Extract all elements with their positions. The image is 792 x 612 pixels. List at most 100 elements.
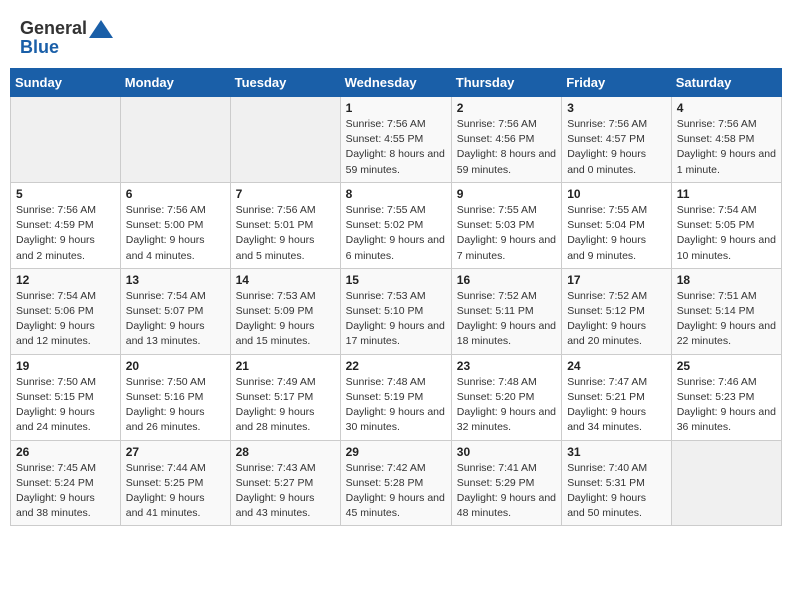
- day-number: 20: [126, 359, 225, 373]
- day-info: Sunrise: 7:43 AM Sunset: 5:27 PM Dayligh…: [236, 461, 335, 522]
- day-number: 15: [346, 273, 446, 287]
- calendar-cell: 6Sunrise: 7:56 AM Sunset: 5:00 PM Daylig…: [120, 182, 230, 268]
- calendar-week-row: 26 Sunrise: 7:45 AM Sunset: 5:24 PM Dayli…: [11, 440, 782, 526]
- day-number: 24: [567, 359, 666, 373]
- calendar-cell: 13 Sunrise: 7:54 AM Sunset: 5:07 PM Dayli…: [120, 268, 230, 354]
- day-number: 17: [567, 273, 666, 287]
- day-number: 13: [126, 273, 225, 287]
- day-number: 1: [346, 101, 446, 115]
- day-number: 22: [346, 359, 446, 373]
- day-info: Sunrise: 7:56 AM Sunset: 4:59 PM Dayligh…: [16, 203, 115, 264]
- day-info: Sunrise: 7:52 AM Sunset: 5:11 PM Dayligh…: [457, 289, 556, 350]
- calendar-cell: 28 Sunrise: 7:43 AM Sunset: 5:27 PM Dayli…: [230, 440, 340, 526]
- day-number: 8: [346, 187, 446, 201]
- day-number: 14: [236, 273, 335, 287]
- day-info: Sunrise: 7:55 AM Sunset: 5:02 PM Dayligh…: [346, 203, 446, 264]
- day-number: 9: [457, 187, 556, 201]
- weekday-header-monday: Monday: [120, 69, 230, 97]
- day-info: Sunrise: 7:54 AM Sunset: 5:05 PM Dayligh…: [677, 203, 776, 264]
- calendar-cell: 31 Sunrise: 7:40 AM Sunset: 5:31 PM Dayli…: [562, 440, 672, 526]
- day-info: Sunrise: 7:40 AM Sunset: 5:31 PM Dayligh…: [567, 461, 666, 522]
- day-number: 3: [567, 101, 666, 115]
- weekday-header-friday: Friday: [562, 69, 672, 97]
- logo-text-general: General: [20, 18, 87, 39]
- calendar-cell: [120, 97, 230, 183]
- calendar-cell: 3 Sunrise: 7:56 AM Sunset: 4:57 PM Daylig…: [562, 97, 672, 183]
- day-info: Sunrise: 7:53 AM Sunset: 5:09 PM Dayligh…: [236, 289, 335, 350]
- day-info: Sunrise: 7:47 AM Sunset: 5:21 PM Dayligh…: [567, 375, 666, 436]
- calendar-cell: 14 Sunrise: 7:53 AM Sunset: 5:09 PM Dayli…: [230, 268, 340, 354]
- calendar-cell: 17 Sunrise: 7:52 AM Sunset: 5:12 PM Dayli…: [562, 268, 672, 354]
- day-number: 29: [346, 445, 446, 459]
- weekday-header-sunday: Sunday: [11, 69, 121, 97]
- calendar-cell: 4Sunrise: 7:56 AM Sunset: 4:58 PM Daylig…: [671, 97, 781, 183]
- calendar-cell: 5 Sunrise: 7:56 AM Sunset: 4:59 PM Daylig…: [11, 182, 121, 268]
- calendar-cell: 10Sunrise: 7:55 AM Sunset: 5:04 PM Dayli…: [562, 182, 672, 268]
- day-number: 25: [677, 359, 776, 373]
- calendar-cell: 26 Sunrise: 7:45 AM Sunset: 5:24 PM Dayli…: [11, 440, 121, 526]
- day-info: Sunrise: 7:54 AM Sunset: 5:06 PM Dayligh…: [16, 289, 115, 350]
- day-info: Sunrise: 7:56 AM Sunset: 4:55 PM Dayligh…: [346, 117, 446, 178]
- day-number: 31: [567, 445, 666, 459]
- day-info: Sunrise: 7:50 AM Sunset: 5:15 PM Dayligh…: [16, 375, 115, 436]
- calendar-cell: 20Sunrise: 7:50 AM Sunset: 5:16 PM Dayli…: [120, 354, 230, 440]
- calendar-cell: 29 Sunrise: 7:42 AM Sunset: 5:28 PM Dayli…: [340, 440, 451, 526]
- calendar-cell: 12 Sunrise: 7:54 AM Sunset: 5:06 PM Dayli…: [11, 268, 121, 354]
- day-number: 11: [677, 187, 776, 201]
- day-info: Sunrise: 7:42 AM Sunset: 5:28 PM Dayligh…: [346, 461, 446, 522]
- day-info: Sunrise: 7:44 AM Sunset: 5:25 PM Dayligh…: [126, 461, 225, 522]
- calendar-table: SundayMondayTuesdayWednesdayThursdayFrid…: [10, 68, 782, 526]
- day-info: Sunrise: 7:54 AM Sunset: 5:07 PM Dayligh…: [126, 289, 225, 350]
- calendar-cell: 9 Sunrise: 7:55 AM Sunset: 5:03 PM Daylig…: [451, 182, 561, 268]
- page-header: General Blue: [10, 10, 782, 62]
- day-info: Sunrise: 7:56 AM Sunset: 5:00 PM Dayligh…: [126, 203, 225, 264]
- day-number: 5: [16, 187, 115, 201]
- day-number: 10: [567, 187, 666, 201]
- calendar-cell: 1 Sunrise: 7:56 AM Sunset: 4:55 PM Daylig…: [340, 97, 451, 183]
- weekday-header-wednesday: Wednesday: [340, 69, 451, 97]
- calendar-cell: 27Sunrise: 7:44 AM Sunset: 5:25 PM Dayli…: [120, 440, 230, 526]
- day-info: Sunrise: 7:56 AM Sunset: 4:56 PM Dayligh…: [457, 117, 556, 178]
- calendar-cell: 23 Sunrise: 7:48 AM Sunset: 5:20 PM Dayli…: [451, 354, 561, 440]
- calendar-cell: 7 Sunrise: 7:56 AM Sunset: 5:01 PM Daylig…: [230, 182, 340, 268]
- day-number: 2: [457, 101, 556, 115]
- day-number: 7: [236, 187, 335, 201]
- day-info: Sunrise: 7:56 AM Sunset: 4:57 PM Dayligh…: [567, 117, 666, 178]
- weekday-header-thursday: Thursday: [451, 69, 561, 97]
- day-number: 26: [16, 445, 115, 459]
- weekday-header-row: SundayMondayTuesdayWednesdayThursdayFrid…: [11, 69, 782, 97]
- logo: General Blue: [20, 18, 113, 58]
- day-number: 18: [677, 273, 776, 287]
- day-info: Sunrise: 7:51 AM Sunset: 5:14 PM Dayligh…: [677, 289, 776, 350]
- day-number: 12: [16, 273, 115, 287]
- day-info: Sunrise: 7:49 AM Sunset: 5:17 PM Dayligh…: [236, 375, 335, 436]
- day-info: Sunrise: 7:55 AM Sunset: 5:03 PM Dayligh…: [457, 203, 556, 264]
- calendar-cell: [11, 97, 121, 183]
- weekday-header-tuesday: Tuesday: [230, 69, 340, 97]
- calendar-week-row: 12 Sunrise: 7:54 AM Sunset: 5:06 PM Dayli…: [11, 268, 782, 354]
- day-number: 23: [457, 359, 556, 373]
- calendar-cell: 16Sunrise: 7:52 AM Sunset: 5:11 PM Dayli…: [451, 268, 561, 354]
- logo-text-blue: Blue: [20, 37, 59, 58]
- calendar-cell: [671, 440, 781, 526]
- calendar-cell: 8 Sunrise: 7:55 AM Sunset: 5:02 PM Daylig…: [340, 182, 451, 268]
- calendar-cell: [230, 97, 340, 183]
- day-info: Sunrise: 7:48 AM Sunset: 5:20 PM Dayligh…: [457, 375, 556, 436]
- day-info: Sunrise: 7:45 AM Sunset: 5:24 PM Dayligh…: [16, 461, 115, 522]
- calendar-week-row: 1 Sunrise: 7:56 AM Sunset: 4:55 PM Daylig…: [11, 97, 782, 183]
- logo-icon: [89, 20, 113, 38]
- day-info: Sunrise: 7:56 AM Sunset: 5:01 PM Dayligh…: [236, 203, 335, 264]
- calendar-cell: 21Sunrise: 7:49 AM Sunset: 5:17 PM Dayli…: [230, 354, 340, 440]
- day-number: 30: [457, 445, 556, 459]
- day-info: Sunrise: 7:52 AM Sunset: 5:12 PM Dayligh…: [567, 289, 666, 350]
- calendar-cell: 19Sunrise: 7:50 AM Sunset: 5:15 PM Dayli…: [11, 354, 121, 440]
- day-info: Sunrise: 7:41 AM Sunset: 5:29 PM Dayligh…: [457, 461, 556, 522]
- calendar-cell: 30 Sunrise: 7:41 AM Sunset: 5:29 PM Dayli…: [451, 440, 561, 526]
- weekday-header-saturday: Saturday: [671, 69, 781, 97]
- day-number: 28: [236, 445, 335, 459]
- calendar-cell: 15Sunrise: 7:53 AM Sunset: 5:10 PM Dayli…: [340, 268, 451, 354]
- day-info: Sunrise: 7:56 AM Sunset: 4:58 PM Dayligh…: [677, 117, 776, 178]
- day-info: Sunrise: 7:46 AM Sunset: 5:23 PM Dayligh…: [677, 375, 776, 436]
- calendar-cell: 22Sunrise: 7:48 AM Sunset: 5:19 PM Dayli…: [340, 354, 451, 440]
- calendar-cell: 24 Sunrise: 7:47 AM Sunset: 5:21 PM Dayli…: [562, 354, 672, 440]
